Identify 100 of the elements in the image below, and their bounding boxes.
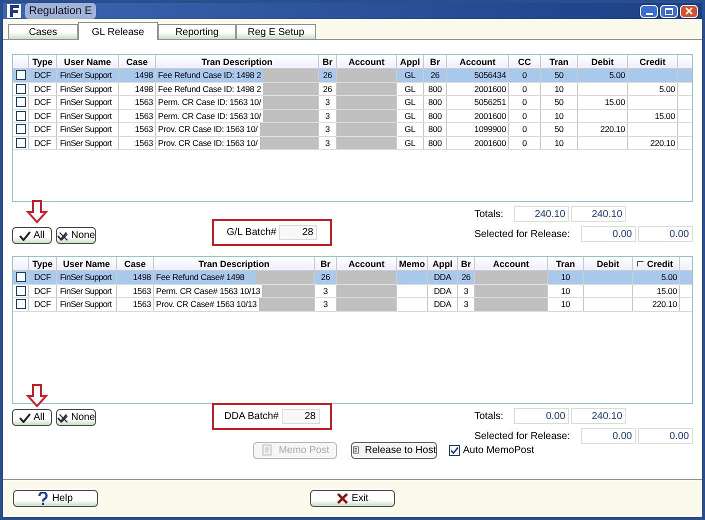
column-header[interactable]: User Name	[57, 55, 119, 68]
field-label: Totals:	[474, 410, 504, 424]
table-row[interactable]: DCF FinSer Support 1498 Fee Refund Case# 1498 26 DDA 26 10 5.00	[13, 271, 692, 284]
table-cell: 26	[430, 69, 440, 82]
row-checkbox[interactable]	[16, 272, 26, 282]
table-cell-text: Fee Refund Case# 1498	[155, 271, 246, 284]
redaction-block	[262, 284, 314, 297]
document-icon	[352, 444, 361, 456]
checkmark-icon	[19, 412, 32, 422]
redaction-block	[337, 136, 396, 149]
select-none-button[interactable]: None	[56, 227, 96, 244]
row-checkbox[interactable]	[16, 70, 26, 80]
table-cell: 3	[325, 96, 330, 108]
table-row[interactable]: DCF FinSer Support 1563 Prov. CR Case ID: 1563 10/ 3 GL 800 1099900 0 50 220.10	[13, 123, 692, 136]
close-button[interactable]	[680, 4, 698, 18]
auto-memopost-checkbox[interactable]	[449, 444, 460, 456]
column-header[interactable]: Credit	[628, 55, 678, 68]
column-header[interactable]: Debit	[578, 55, 628, 68]
redaction-block	[263, 82, 318, 95]
auto-memopost-label: Auto MemoPost	[463, 444, 534, 458]
table-cell: 10	[554, 110, 564, 122]
column-header[interactable]: Br	[458, 257, 475, 270]
exit-button[interactable]: Exit	[310, 490, 395, 507]
table-row[interactable]: DCF FinSer Support 1563 Perm. CR Case ID: 1563 10/ 3 GL 800 2001600 0 10 15.00	[13, 110, 692, 123]
tab[interactable]: Cases	[8, 24, 78, 39]
crossed-checkmark-icon	[57, 230, 70, 242]
column-header[interactable]: Type	[29, 55, 57, 68]
amount-field: 0.00	[581, 226, 636, 242]
batch-number-field[interactable]: 28	[282, 408, 320, 424]
table-cell: 0	[522, 82, 527, 95]
column-header[interactable]: Tran Description	[154, 257, 315, 270]
minimize-button[interactable]	[640, 4, 658, 18]
table-cell: 800	[428, 136, 442, 149]
row-checkbox[interactable]	[16, 84, 26, 94]
row-checkbox[interactable]	[16, 299, 26, 310]
table-cell: 220.10	[652, 298, 677, 310]
table-row[interactable]: DCF FinSer Support 1563 Perm. CR Case ID: 1563 10/ 3 GL 800 5056251 0 50 15.00	[13, 96, 692, 110]
table-cell: 1498	[134, 82, 153, 95]
column-header[interactable]: CC	[509, 55, 541, 68]
table-cell-text: Prov. CR Case ID: 1563 10/	[157, 136, 259, 149]
column-header[interactable]: Case	[117, 257, 154, 270]
help-button[interactable]: Help	[13, 490, 98, 507]
redaction-block	[258, 298, 314, 310]
row-checkbox[interactable]	[16, 286, 26, 296]
row-checkbox[interactable]	[16, 124, 26, 134]
column-header[interactable]: Account	[337, 257, 397, 270]
table-cell: 3	[464, 298, 468, 310]
column-header[interactable]: Tran	[541, 55, 578, 68]
column-header[interactable]: Account	[475, 257, 548, 270]
table-cell: DCF	[34, 136, 51, 149]
column-header[interactable]: User Name	[57, 257, 117, 270]
select-all-button[interactable]: All	[12, 409, 52, 426]
table-cell: 2001600	[474, 110, 506, 122]
select-all-button[interactable]: All	[12, 227, 52, 244]
tab[interactable]: Reg E Setup	[236, 24, 316, 39]
table-cell-text: Prov. CR Case ID: 1563 10/	[157, 123, 259, 136]
release-to-host-button[interactable]: Release to Host	[351, 442, 437, 458]
table-cell: DCF	[34, 123, 51, 136]
table-cell: 1099900	[474, 123, 506, 136]
column-header[interactable]: Tran Description	[156, 55, 319, 68]
table-row[interactable]: DCF FinSer Support 1563 Prov. CR Case ID: 1563 10/ 3 GL 800 2001600 0 10 220.10	[13, 136, 692, 150]
row-checkbox[interactable]	[16, 97, 26, 108]
table-cell: 0	[522, 69, 527, 82]
table-cell: GL	[404, 82, 416, 95]
table-cell: 0	[522, 123, 527, 136]
table-row[interactable]: DCF FinSer Support 1498 Fee Refund Case ID: 1498 2 26 GL 26 5056434 0 50 5.00	[13, 69, 692, 82]
row-checkbox[interactable]	[16, 138, 26, 148]
column-header[interactable]: Br	[319, 55, 337, 68]
column-header[interactable]: Type	[29, 257, 57, 270]
window-title: Regulation E	[25, 2, 96, 20]
table-cell: 15.00	[654, 110, 675, 122]
maximize-button[interactable]	[660, 4, 678, 18]
table-cell: FinSer Support	[60, 298, 112, 310]
redaction-block	[262, 110, 318, 122]
column-header[interactable]: Debit	[584, 257, 633, 270]
table-row[interactable]: DCF FinSer Support 1498 Fee Refund Case ID: 1498 2 26 GL 800 2001600 0 10 5.00	[13, 82, 692, 96]
table-cell: 26	[322, 69, 332, 82]
tab[interactable]: Reporting	[158, 24, 236, 39]
table-cell: 220.10	[650, 136, 675, 149]
table-cell: 3	[325, 136, 330, 149]
table-cell: 800	[428, 123, 442, 136]
tab[interactable]: GL Release	[78, 22, 158, 40]
table-row[interactable]: DCF FinSer Support 1563 Perm. CR Case# 1563 10/13 3 DDA 3 10 15.00	[13, 284, 692, 298]
select-none-button[interactable]: None	[56, 409, 96, 426]
batch-number-field[interactable]: 28	[279, 224, 318, 240]
column-header[interactable]: Case	[119, 55, 156, 68]
table-row[interactable]: DCF FinSer Support 1563 Prov. CR Case# 1563 10/13 3 DDA 3 10 220.10	[13, 298, 692, 312]
column-header[interactable]: Br	[424, 55, 447, 68]
column-header[interactable]: Appl	[397, 55, 424, 68]
column-header[interactable]: Br	[315, 257, 337, 270]
row-checkbox[interactable]	[16, 110, 26, 121]
column-header[interactable]: Memo	[397, 257, 428, 270]
table-cell: 800	[428, 96, 442, 108]
column-header[interactable]: Account	[447, 55, 509, 68]
table-cell: 5.00	[661, 271, 677, 284]
table-cell: 3	[323, 298, 328, 310]
column-header[interactable]: Appl	[428, 257, 458, 270]
column-header[interactable]: Tran	[548, 257, 584, 270]
column-header[interactable]: Account	[337, 55, 397, 68]
amount-field: 240.10	[571, 408, 626, 424]
